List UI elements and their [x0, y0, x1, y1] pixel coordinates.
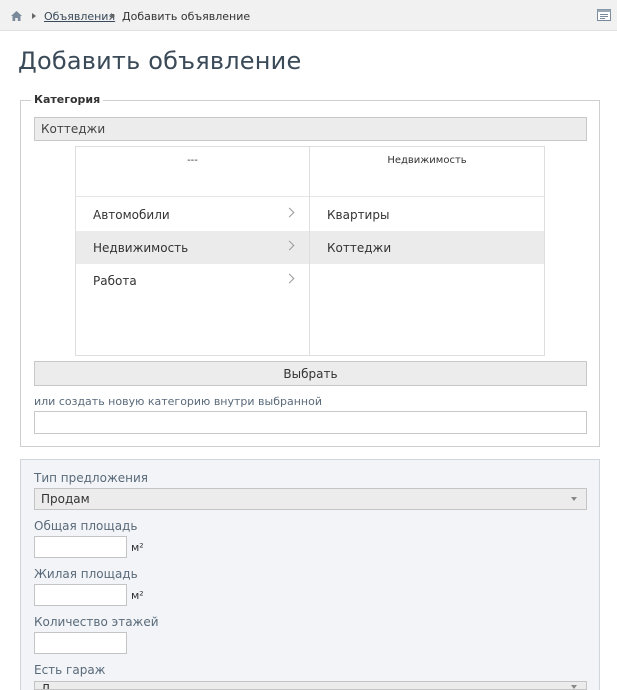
dropdown-arrow-icon — [571, 685, 577, 689]
category-item-label: Автомобили — [93, 208, 170, 222]
selected-category-field[interactable]: Коттеджи — [34, 117, 587, 141]
chevron-right-icon — [284, 240, 295, 251]
garage-value: Д — [41, 682, 51, 690]
breadcrumb-separator-icon — [32, 13, 36, 19]
floors-label: Количество этажей — [34, 615, 159, 629]
category-item-label: Квартиры — [327, 208, 390, 222]
category-item-label: Коттеджи — [327, 241, 392, 255]
living-area-input[interactable] — [34, 584, 127, 606]
offer-type-value: Продам — [41, 492, 90, 506]
new-category-input[interactable] — [34, 411, 587, 434]
category-column-nedvizhimost: Недвижимость Квартиры Коттеджи — [310, 147, 544, 355]
home-icon[interactable] — [11, 11, 22, 21]
category-item-nedvizhimost[interactable]: Недвижимость — [76, 231, 309, 264]
column-header: --- — [76, 147, 309, 197]
category-column-root: --- Автомобили Недвижимость Работа — [76, 147, 310, 355]
column-header: Недвижимость — [310, 147, 544, 197]
breadcrumb-link-ads[interactable]: Объявления — [44, 10, 115, 23]
breadcrumb-bar: Объявления Добавить объявление — [0, 0, 617, 31]
offer-type-select[interactable]: Продам — [34, 488, 587, 510]
category-item-avtomobili[interactable]: Автомобили — [76, 198, 309, 231]
category-item-kottedzhi[interactable]: Коттеджи — [310, 231, 544, 264]
chevron-right-icon — [284, 273, 295, 284]
category-legend: Категория — [31, 93, 104, 106]
breadcrumb-current: Добавить объявление — [122, 10, 251, 23]
garage-select[interactable]: Д — [34, 681, 587, 690]
total-area-unit: м² — [131, 541, 144, 554]
total-area-input[interactable] — [34, 536, 127, 558]
category-item-label: Недвижимость — [93, 241, 189, 255]
new-category-label: или создать новую категорию внутри выбра… — [34, 395, 322, 408]
living-area-label: Жилая площадь — [34, 567, 138, 581]
dropdown-arrow-icon — [571, 497, 577, 501]
breadcrumb-separator-icon — [111, 13, 115, 19]
panel-toggle-icon[interactable] — [597, 8, 611, 22]
page-title: Добавить объявление — [18, 47, 302, 75]
floors-input[interactable] — [34, 632, 127, 654]
chevron-right-icon — [284, 207, 295, 218]
select-category-button[interactable]: Выбрать — [34, 361, 587, 386]
category-picker: --- Автомобили Недвижимость Работа Недви… — [75, 146, 545, 356]
garage-label: Есть гараж — [34, 663, 106, 677]
category-item-label: Работа — [93, 274, 137, 288]
living-area-unit: м² — [131, 589, 144, 602]
category-item-rabota[interactable]: Работа — [76, 264, 309, 297]
total-area-label: Общая площадь — [34, 519, 138, 533]
offer-type-label: Тип предложения — [34, 471, 148, 485]
category-item-kvartiry[interactable]: Квартиры — [310, 198, 544, 231]
